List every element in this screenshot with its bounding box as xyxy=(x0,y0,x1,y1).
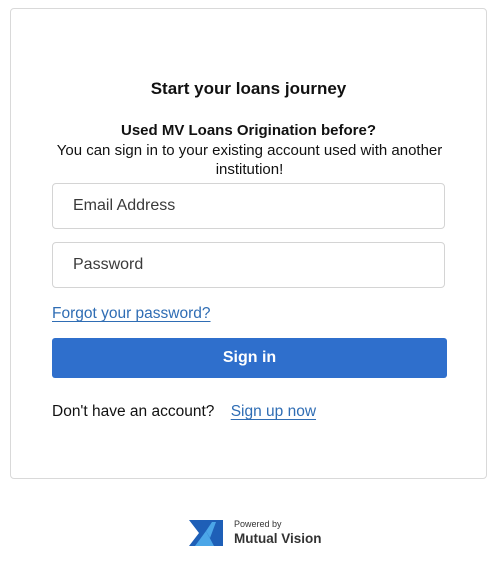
powered-by-label: Powered by xyxy=(234,519,282,529)
login-description: You can sign in to your existing account… xyxy=(56,142,443,178)
email-field[interactable] xyxy=(52,183,445,229)
footer-branding: Powered by Mutual Vision xyxy=(188,515,322,551)
password-field[interactable] xyxy=(52,242,445,288)
forgot-password-link[interactable]: Forgot your password? xyxy=(52,305,211,323)
brand-name: Mutual Vision xyxy=(234,531,322,546)
login-subtitle: Used MV Loans Origination before? xyxy=(120,122,377,139)
sign-up-link[interactable]: Sign up now xyxy=(231,403,316,420)
sign-in-button[interactable]: Sign in xyxy=(52,338,447,378)
footer-text: Powered by Mutual Vision xyxy=(234,519,322,547)
signup-row: Don't have an account? Sign up now xyxy=(52,403,316,421)
no-account-text: Don't have an account? xyxy=(52,403,215,420)
mutual-vision-logo-icon xyxy=(189,520,223,546)
page-title: Start your loans journey xyxy=(150,79,347,98)
